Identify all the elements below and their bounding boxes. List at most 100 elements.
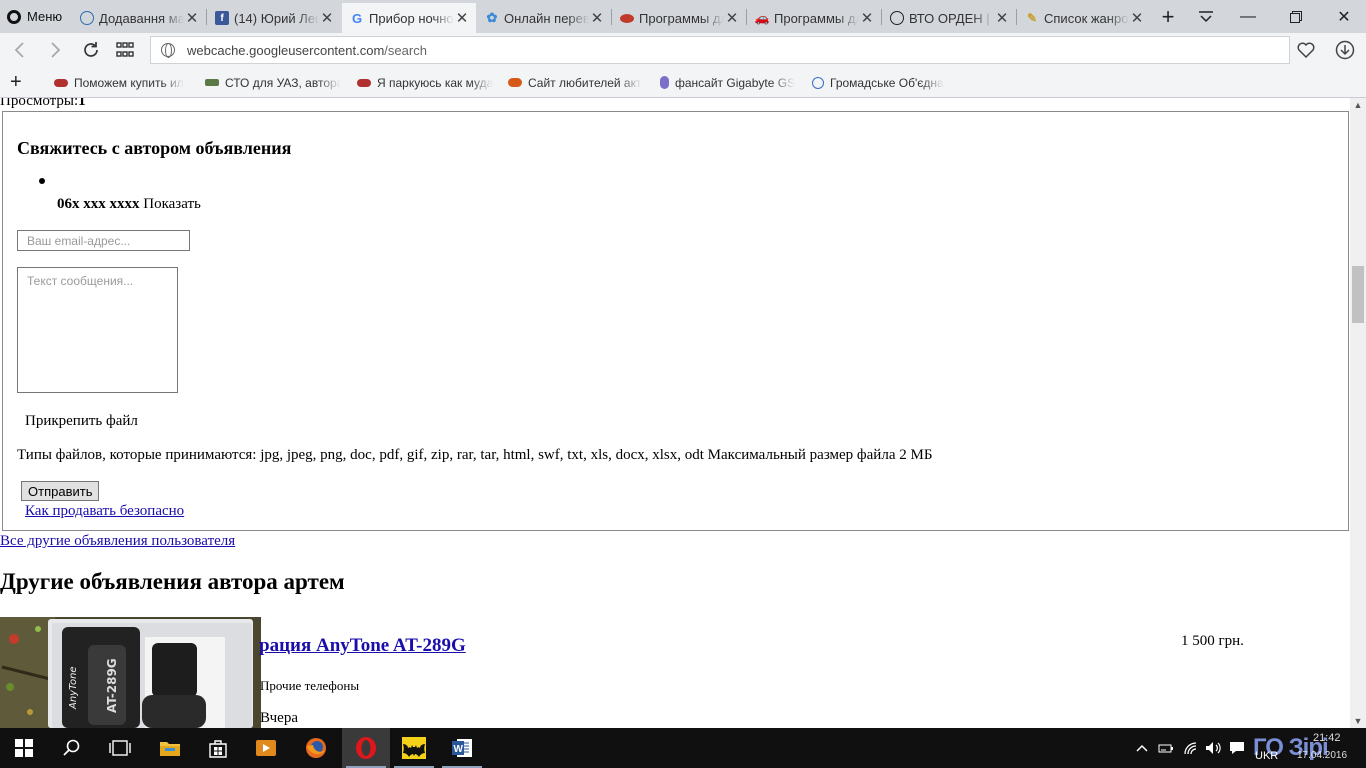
bookmark-3[interactable]: Сайт любителей акт [508, 74, 644, 91]
bookmark-label: СТО для УАЗ, автора [225, 75, 341, 90]
address-field[interactable]: webcache.googleusercontent.com/search [150, 36, 1290, 64]
svg-text:W: W [454, 744, 464, 755]
google-icon: G [351, 10, 363, 26]
download-glyph [1335, 40, 1355, 60]
bookmark-label: Сайт любителей акт [528, 75, 642, 90]
media-glyph [256, 740, 276, 756]
add-bookmark-plus-icon[interactable]: + [10, 71, 22, 94]
file-explorer-icon[interactable] [146, 728, 194, 768]
speed-dial-grid-icon[interactable] [111, 37, 139, 63]
close-tab-icon[interactable]: ✕ [319, 9, 335, 27]
ad-title-link[interactable]: рация AnyTone AT-289G [259, 635, 466, 657]
word-icon[interactable]: W [438, 728, 486, 768]
tab-menu-icon[interactable] [1186, 0, 1226, 33]
wifi-icon[interactable] [1180, 728, 1202, 768]
vk-icon [890, 11, 904, 25]
tab-3[interactable]: ✿ Онлайн перев ✕ [477, 3, 611, 33]
tab-title: (14) Юрий Лец [234, 10, 319, 26]
close-tab-icon[interactable]: ✕ [184, 9, 200, 27]
fish-icon [508, 78, 522, 87]
bookmark-0[interactable]: Поможем купить ил [54, 74, 190, 91]
ad-price: 1 500 грн. [1181, 633, 1244, 649]
batman-app-icon[interactable] [390, 728, 438, 768]
tab-7[interactable]: ✎ Список жанро ✕ [1017, 3, 1151, 33]
notifications-icon[interactable] [1226, 728, 1248, 768]
clock-time: 21:42 [1313, 732, 1341, 744]
opera-menu-button[interactable]: Меню [0, 0, 70, 33]
email-field[interactable] [17, 230, 190, 251]
navigation-bar: webcache.googleusercontent.com/search [0, 33, 1366, 67]
notifications-glyph [1230, 742, 1244, 754]
menu-label: Меню [27, 9, 63, 24]
bookmark-label: Поможем купить ил [74, 75, 184, 90]
close-tab-icon[interactable]: ✕ [994, 9, 1010, 27]
firefox-glyph [306, 738, 326, 758]
send-button[interactable]: Отправить [21, 481, 100, 501]
tab-2-active[interactable]: G Прибор ночно ✕ [342, 3, 476, 33]
tab-4[interactable]: Программы дл ✕ [612, 3, 746, 33]
close-window-icon[interactable]: ✕ [1324, 0, 1364, 33]
close-tab-icon[interactable]: ✕ [1129, 9, 1145, 27]
firefox-icon[interactable] [292, 728, 340, 768]
phone-number: 06x xxx xxxx Показать [57, 196, 201, 213]
bookmark-label: фансайт Gigabyte GS [675, 75, 796, 90]
download-icon[interactable] [1331, 37, 1359, 63]
restore-icon[interactable] [1276, 0, 1316, 33]
ad-date: Вчера [260, 710, 298, 726]
battery-icon[interactable] [1155, 728, 1177, 768]
back-arrow-icon[interactable] [5, 37, 33, 63]
store-icon[interactable] [194, 728, 242, 768]
tab-5[interactable]: 🚗 Программы дл ✕ [747, 3, 881, 33]
tray-clock[interactable]: ГО Зірі UKR 21:42 17.04.2016 [1253, 730, 1351, 766]
forward-arrow-icon[interactable] [42, 37, 70, 63]
bookmark-heart-icon[interactable] [1292, 37, 1320, 63]
bookmark-2[interactable]: Я паркуюсь как муда [357, 74, 493, 91]
tab-title: Додавання ма [99, 10, 184, 26]
restore-glyph [1290, 10, 1302, 23]
close-tab-icon[interactable]: ✕ [454, 9, 470, 27]
scrollbar-thumb[interactable] [1352, 266, 1364, 323]
close-tab-icon[interactable]: ✕ [859, 9, 875, 27]
bookmark-5[interactable]: Громадське Об'єдна [812, 74, 948, 91]
page-scrollbar[interactable]: ▲ ▼ [1350, 98, 1366, 728]
show-hidden-icons-chevron-up-icon[interactable] [1132, 728, 1152, 768]
safe-selling-link[interactable]: Как продавать безопасно [25, 503, 184, 520]
bookmark-4[interactable]: фансайт Gigabyte GS [660, 74, 796, 91]
battery-glyph [1158, 744, 1173, 753]
minimize-icon[interactable]: — [1228, 0, 1268, 33]
scroll-up-arrow-icon[interactable]: ▲ [1350, 98, 1366, 112]
scroll-down-arrow-icon[interactable]: ▼ [1350, 714, 1366, 728]
tab-1[interactable]: f (14) Юрий Лец ✕ [207, 3, 341, 33]
search-icon[interactable] [48, 728, 96, 768]
pencil-icon: ✎ [1026, 11, 1038, 25]
ad-thumbnail[interactable]: AnyTone AT-289G [0, 617, 261, 728]
attach-file-button[interactable]: Прикрепить файл [25, 413, 138, 430]
views-counter: Просмотры:1 [0, 98, 86, 110]
opera-taskbar-icon[interactable] [342, 728, 390, 768]
start-windows-icon[interactable] [0, 728, 48, 768]
tab-title: Онлайн перев [504, 10, 589, 26]
media-player-icon[interactable] [242, 728, 290, 768]
new-tab-plus-icon[interactable]: + [1148, 0, 1188, 33]
views-label: Просмотры: [0, 98, 79, 109]
task-view-icon[interactable] [96, 728, 144, 768]
close-tab-icon[interactable]: ✕ [589, 9, 605, 27]
forward-glyph [51, 42, 61, 58]
all-user-ads-link[interactable]: Все другие объявления пользователя [0, 533, 235, 550]
tab-6[interactable]: ВТО ОРДЕН | В ✕ [882, 3, 1016, 33]
tab-0[interactable]: Додавання ма ✕ [72, 3, 206, 33]
radio-photo-image: AnyTone AT-289G [0, 617, 261, 728]
show-phone-button[interactable]: Показать [143, 196, 201, 212]
volume-icon[interactable] [1202, 728, 1224, 768]
reload-icon[interactable] [77, 37, 105, 63]
ukrainian-site-icon [80, 11, 94, 25]
batman-glyph [402, 737, 426, 759]
message-textarea[interactable] [17, 267, 178, 393]
bookmark-1[interactable]: СТО для УАЗ, автора [205, 74, 341, 91]
reload-glyph [84, 42, 98, 57]
close-tab-icon[interactable]: ✕ [724, 9, 740, 27]
phone-masked: 06x xxx xxxx [57, 196, 140, 212]
windows-logo-glyph [15, 739, 33, 757]
opera-logo-icon [7, 9, 21, 24]
other-ads-heading: Другие объявления автора артем [0, 569, 345, 594]
